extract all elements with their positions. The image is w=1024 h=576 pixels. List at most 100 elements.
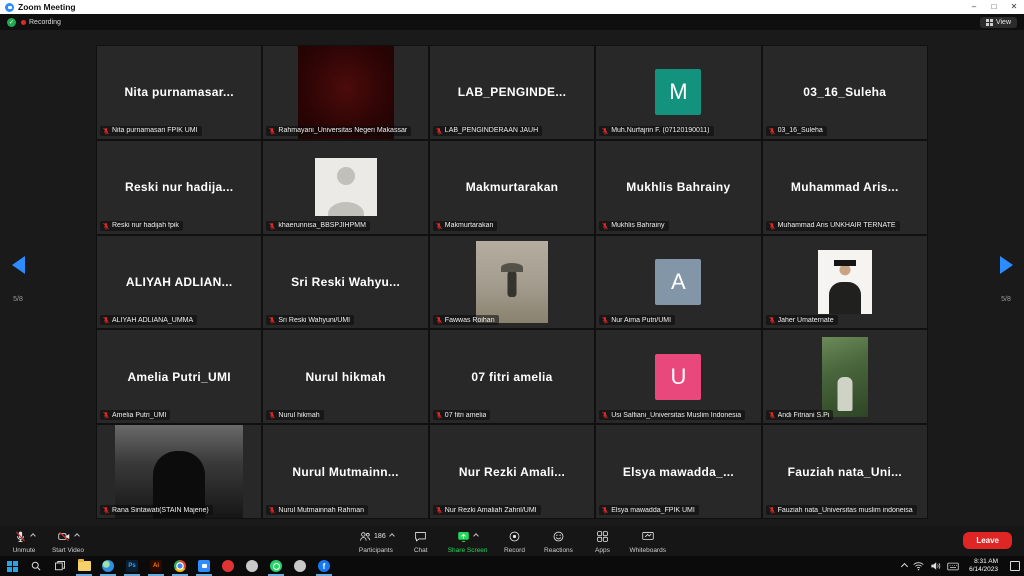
participant-video-thumbnail <box>315 158 377 216</box>
participant-tile[interactable]: Jaher Umaternate <box>763 236 927 329</box>
network-icon[interactable] <box>913 561 924 571</box>
minimize-button[interactable]: – <box>964 0 984 14</box>
zoom-camera-icon <box>198 560 210 572</box>
whiteboards-button[interactable]: Whiteboards <box>624 526 671 556</box>
whiteboards-label: Whiteboards <box>629 547 666 554</box>
participant-display-name: 07 fitri amelia <box>465 370 558 384</box>
participant-tile[interactable]: UUsi Salfiani_Universitas Muslim Indones… <box>596 330 760 423</box>
start-button[interactable] <box>0 556 24 576</box>
share-screen-label: Share Screen <box>448 547 488 554</box>
participant-tile[interactable]: MakmurtarakanMakmurtarakan <box>430 141 594 234</box>
chevron-up-icon[interactable] <box>74 533 80 539</box>
participant-name-label: Nur Rezki Amaliah Zahril/UMI <box>433 505 541 515</box>
participant-tile[interactable]: Rahmayani_Universitas Negeri Makassar <box>263 46 427 139</box>
search-button[interactable] <box>24 556 48 576</box>
next-page-button[interactable] <box>1000 256 1013 274</box>
encryption-shield-icon[interactable]: ✓ <box>7 18 16 27</box>
participant-tile[interactable]: ANur Aima Putri/UMI <box>596 236 760 329</box>
view-button[interactable]: View <box>980 17 1017 28</box>
participant-tile[interactable]: Fawwas Roihan <box>430 236 594 329</box>
close-button[interactable]: ✕ <box>1004 0 1024 14</box>
taskbar-time: 8:31 AM <box>974 558 998 566</box>
muted-mic-icon <box>435 411 443 419</box>
action-center-icon[interactable] <box>1010 561 1020 571</box>
meeting-topbar: ✓ Recording View <box>0 14 1024 30</box>
participant-tile[interactable]: 07 fitri amelia07 fitri amelia <box>430 330 594 423</box>
participant-tile[interactable]: Elsya mawadda_...Elsya mawadda_FPIK UMI <box>596 425 760 518</box>
prev-page-button[interactable] <box>12 256 25 274</box>
participant-name-label: Andi Fitriani S.Pi <box>766 410 834 420</box>
touch-keyboard-icon[interactable] <box>947 562 959 571</box>
participant-tile[interactable]: Nurul hikmahNurul hikmah <box>263 330 427 423</box>
participant-tile[interactable]: LAB_PENGINDE...LAB_PENGINDERAAN JAUH <box>430 46 594 139</box>
facebook-icon[interactable]: f <box>312 556 336 576</box>
messenger-icon[interactable] <box>240 556 264 576</box>
chevron-up-icon[interactable] <box>389 533 395 539</box>
participant-tile[interactable]: Nurul Mutmainn...Nurul Mutmainnah Rahman <box>263 425 427 518</box>
volume-icon[interactable] <box>930 561 941 571</box>
illustrator-icon[interactable]: Ai <box>144 556 168 576</box>
start-video-button[interactable]: Start Video <box>46 526 90 556</box>
participant-display-name: 03_16_Suleha <box>797 85 892 99</box>
muted-mic-icon <box>268 316 276 324</box>
participant-tile[interactable]: Nur Rezki Amali...Nur Rezki Amaliah Zahr… <box>430 425 594 518</box>
task-view-button[interactable] <box>48 556 72 576</box>
unmute-button[interactable]: Unmute <box>2 526 46 556</box>
participant-tile[interactable]: Mukhlis BahrainyMukhlis Bahrainy <box>596 141 760 234</box>
participant-display-name: ALIYAH ADLIAN... <box>120 275 239 289</box>
recording-indicator[interactable]: Recording <box>21 19 61 26</box>
participant-name-label: Nita purnamasari FPIK UMI <box>100 126 202 136</box>
share-screen-button[interactable]: Share Screen <box>443 526 493 556</box>
taskbar-date: 6/14/2023 <box>969 566 998 574</box>
red-app-icon[interactable] <box>216 556 240 576</box>
photoshop-icon[interactable]: Ps <box>120 556 144 576</box>
muted-mic-icon <box>268 506 276 514</box>
participants-button[interactable]: 186 Participants <box>353 526 399 556</box>
muted-mic-icon <box>601 222 609 230</box>
participant-tile[interactable]: Fauziah nata_Uni...Fauziah nata_Universi… <box>763 425 927 518</box>
participant-tile[interactable]: ALIYAH ADLIAN...ALIYAH ADLIANA_UMMA <box>97 236 261 329</box>
participant-name-label: Nurul hikmah <box>266 410 323 420</box>
camera-app-icon[interactable] <box>288 556 312 576</box>
participant-name-label: Nur Aima Putri/UMI <box>599 315 675 325</box>
participant-tile[interactable]: Muhammad Aris...Muhammad Aris UNKHAIR TE… <box>763 141 927 234</box>
folder-icon <box>78 561 91 571</box>
recording-label: Recording <box>29 19 61 26</box>
participant-name-label: Jaher Umaternate <box>766 315 838 325</box>
whatsapp-icon[interactable] <box>264 556 288 576</box>
participant-name-label: Muhammad Aris UNKHAIR TERNATE <box>766 221 900 231</box>
participant-tile[interactable]: MMuh.Nurfajrin F. (07120190011) <box>596 46 760 139</box>
participant-display-name: Nita purnamasar... <box>118 85 239 99</box>
chrome-icon[interactable] <box>168 556 192 576</box>
zoom-taskbar-icon[interactable] <box>192 556 216 576</box>
participant-name-label: Fawwas Roihan <box>433 315 499 325</box>
chat-button[interactable]: Chat <box>399 526 443 556</box>
participant-tile[interactable]: 03_16_Suleha03_16_Suleha <box>763 46 927 139</box>
muted-mic-icon <box>102 316 110 324</box>
muted-mic-icon <box>601 316 609 324</box>
file-explorer-icon[interactable] <box>72 556 96 576</box>
participant-tile[interactable]: khaerunnisa_BBSPJIHPMM <box>263 141 427 234</box>
participant-tile[interactable]: Amelia Putri_UMIAmelia Putri_UMI <box>97 330 261 423</box>
muted-mic-icon <box>102 222 110 230</box>
muted-mic-icon <box>768 127 776 135</box>
apps-button[interactable]: Apps <box>580 526 624 556</box>
edge-icon[interactable] <box>96 556 120 576</box>
hidden-icons-chevron[interactable] <box>901 562 908 569</box>
participant-tile[interactable]: Nita purnamasar... Nita purnamasari FPIK … <box>97 46 261 139</box>
muted-mic-icon <box>601 506 609 514</box>
participant-tile[interactable]: Reski nur hadija...Reski nur hadijah fpi… <box>97 141 261 234</box>
chevron-up-icon[interactable] <box>30 533 36 539</box>
participant-display-name: Makmurtarakan <box>460 180 565 194</box>
reactions-icon <box>552 530 565 543</box>
chevron-up-icon[interactable] <box>473 533 479 539</box>
maximize-button[interactable]: □ <box>984 0 1004 14</box>
participant-tile[interactable]: Sri Reski Wahyu...Sri Reski Wahyuni/UMI <box>263 236 427 329</box>
reactions-button[interactable]: Reactions <box>536 526 580 556</box>
taskbar-clock[interactable]: 8:31 AM 6/14/2023 <box>965 558 1002 574</box>
leave-button[interactable]: Leave <box>963 532 1012 549</box>
participant-tile[interactable]: Andi Fitriani S.Pi <box>763 330 927 423</box>
participant-tile[interactable]: Rana Sintawati(STAIN Majene) <box>97 425 261 518</box>
participants-count: 186 <box>374 533 386 540</box>
record-button[interactable]: Record <box>492 526 536 556</box>
